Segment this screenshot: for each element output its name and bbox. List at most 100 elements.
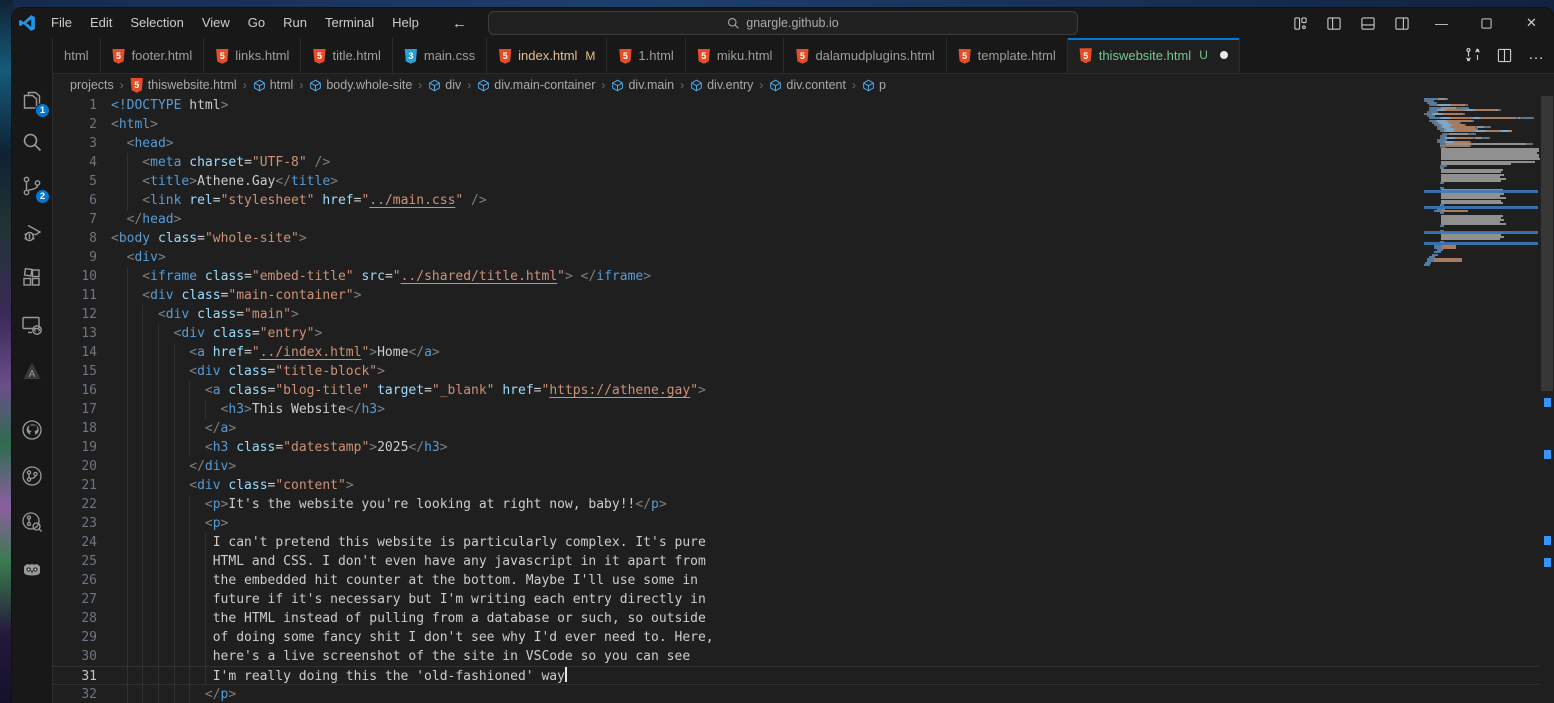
code-editor[interactable]: 1<!DOCTYPE html>2<html>3<head>4<meta cha… — [53, 96, 1554, 703]
code-line-7[interactable]: 7</head> — [53, 210, 1539, 229]
code-line-6[interactable]: 6<link rel="stylesheet" href="../main.cs… — [53, 191, 1539, 210]
command-center-search[interactable]: gnargle.github.io — [488, 11, 1078, 35]
tab-links.html[interactable]: 5links.html — [204, 38, 301, 73]
code-line-22[interactable]: 22<p>It's the website you're looking at … — [53, 495, 1539, 514]
menu-selection[interactable]: Selection — [121, 8, 192, 38]
close-button[interactable]: ✕ — [1509, 8, 1554, 38]
code-line-32[interactable]: 32</p> — [53, 685, 1539, 703]
open-changes-icon[interactable] — [1465, 47, 1481, 63]
activity-gitlens-search-icon[interactable] — [18, 508, 46, 536]
code-line-13[interactable]: 13<div class="entry"> — [53, 324, 1539, 343]
tab-index.html[interactable]: 5index.htmlM — [487, 38, 607, 73]
breadcrumb-item-body-whole-site[interactable]: body.whole-site — [309, 78, 412, 92]
code-line-24[interactable]: 24I can't pretend this website is partic… — [53, 533, 1539, 552]
breadcrumb-item-div-main-container[interactable]: div.main-container — [477, 78, 595, 92]
activity-remote-explorer-icon[interactable] — [18, 311, 46, 339]
code-line-5[interactable]: 5 <title>Athene.Gay</title> — [53, 172, 1539, 191]
toggle-primary-sidebar-icon[interactable] — [1317, 8, 1351, 38]
line-number: 24 — [53, 533, 97, 552]
code-line-9[interactable]: 9<div> — [53, 248, 1539, 267]
code-line-23[interactable]: 23<p> — [53, 514, 1539, 533]
code-line-30[interactable]: 30here's a live screenshot of the site i… — [53, 647, 1539, 666]
tab-thiswebsite.html[interactable]: 5thiswebsite.htmlU — [1068, 38, 1240, 73]
code-line-28[interactable]: 28the HTML instead of pulling from a dat… — [53, 609, 1539, 628]
breadcrumb-item-p[interactable]: p — [862, 78, 886, 92]
code-line-18[interactable]: 18</a> — [53, 419, 1539, 438]
activity-search-icon[interactable] — [18, 128, 46, 156]
code-line-16[interactable]: 16<a class="blog-title" target="_blank" … — [53, 381, 1539, 400]
breadcrumb-item-div-content[interactable]: div.content — [769, 78, 846, 92]
activity-run-debug-icon[interactable] — [18, 219, 46, 247]
line-content: <body class="whole-site"> — [111, 229, 307, 248]
code-line-17[interactable]: 17<h3>This Website</h3> — [53, 400, 1539, 419]
indent-guide — [174, 457, 175, 476]
code-line-10[interactable]: 10<iframe class="embed-title" src="../sh… — [53, 267, 1539, 286]
tab-html[interactable]: html — [53, 38, 101, 73]
code-line-19[interactable]: 19<h3 class="datestamp">2025</h3> — [53, 438, 1539, 457]
editor-scrollbar[interactable] — [1540, 96, 1554, 703]
tab-title.html[interactable]: 5title.html — [301, 38, 392, 73]
breadcrumb-item-projects[interactable]: projects — [70, 78, 114, 92]
code-line-26[interactable]: 26the embedded hit counter at the bottom… — [53, 571, 1539, 590]
more-actions-icon[interactable]: … — [1528, 46, 1546, 64]
indent-guide — [158, 324, 159, 343]
line-number: 20 — [53, 457, 97, 476]
tab-1.html[interactable]: 51.html — [607, 38, 685, 73]
html-file-icon: 5 — [697, 47, 711, 64]
tab-miku.html[interactable]: 5miku.html — [686, 38, 785, 73]
back-icon[interactable]: ← — [452, 15, 467, 32]
minimize-button[interactable]: — — [1419, 8, 1464, 38]
code-line-1[interactable]: 1<!DOCTYPE html> — [53, 96, 1539, 115]
code-line-11[interactable]: 11<div class="main-container"> — [53, 286, 1539, 305]
code-line-31[interactable]: 31I'm really doing this the 'old-fashion… — [53, 666, 1539, 685]
indent-guide — [174, 438, 175, 457]
menu-view[interactable]: View — [193, 8, 239, 38]
activity-explorer-icon[interactable]: 1 — [18, 86, 46, 114]
activity-astro-icon[interactable]: A — [18, 357, 46, 385]
toggle-secondary-sidebar-icon[interactable] — [1385, 8, 1419, 38]
code-line-12[interactable]: 12<div class="main"> — [53, 305, 1539, 324]
code-line-29[interactable]: 29of doing some fancy shit I don't see w… — [53, 628, 1539, 647]
toggle-panel-icon[interactable] — [1351, 8, 1385, 38]
code-line-3[interactable]: 3<head> — [53, 134, 1539, 153]
breadcrumb-item-div[interactable]: div — [428, 78, 461, 92]
code-line-21[interactable]: 21<div class="content"> — [53, 476, 1539, 495]
code-line-20[interactable]: 20</div> — [53, 457, 1539, 476]
tab-main.css[interactable]: 3main.css — [393, 38, 487, 73]
menu-go[interactable]: Go — [239, 8, 274, 38]
activity-extensions-icon[interactable] — [18, 264, 46, 292]
menu-run[interactable]: Run — [274, 8, 316, 38]
tab-dalamudplugins.html[interactable]: 5dalamudplugins.html — [784, 38, 946, 73]
breadcrumb-item-div-entry[interactable]: div.entry — [690, 78, 753, 92]
activity-godot-icon[interactable] — [18, 555, 46, 583]
breadcrumb-item-div-main[interactable]: div.main — [611, 78, 674, 92]
tab-label: main.css — [424, 48, 475, 63]
scrollbar-slider[interactable] — [1541, 96, 1553, 391]
code-line-27[interactable]: 27future if it's necessary but I'm writi… — [53, 590, 1539, 609]
activity-source-control-icon[interactable]: 2 — [18, 172, 46, 200]
code-line-8[interactable]: 8<body class="whole-site"> — [53, 229, 1539, 248]
code-line-4[interactable]: 4<meta charset="UTF-8" /> — [53, 153, 1539, 172]
html-file-icon: 5 — [312, 47, 326, 64]
activity-git-graph-icon[interactable] — [18, 462, 46, 490]
unsaved-dot-icon[interactable] — [1220, 51, 1228, 59]
maximize-button[interactable] — [1464, 8, 1509, 38]
activity-github-icon[interactable] — [18, 416, 46, 444]
menu-file[interactable]: File — [42, 8, 81, 38]
line-content: <title>Athene.Gay</title> — [142, 172, 338, 191]
code-line-14[interactable]: 14<a href="../index.html">Home</a> — [53, 343, 1539, 362]
code-line-2[interactable]: 2<html> — [53, 115, 1539, 134]
code-line-15[interactable]: 15<div class="title-block"> — [53, 362, 1539, 381]
customize-layout-icon[interactable] — [1283, 8, 1317, 38]
code-line-25[interactable]: 25HTML and CSS. I don't even have any ja… — [53, 552, 1539, 571]
menu-help[interactable]: Help — [383, 8, 428, 38]
menu-terminal[interactable]: Terminal — [316, 8, 383, 38]
tab-footer.html[interactable]: 5footer.html — [101, 38, 205, 73]
breadcrumb-item-thiswebsite-html[interactable]: 5thiswebsite.html — [130, 77, 237, 93]
menu-edit[interactable]: Edit — [81, 8, 121, 38]
split-editor-icon[interactable] — [1497, 48, 1512, 63]
line-number: 5 — [53, 172, 97, 191]
tab-template.html[interactable]: 5template.html — [947, 38, 1068, 73]
breadcrumb-item-html[interactable]: html — [253, 78, 294, 92]
indent-guide — [142, 381, 143, 400]
